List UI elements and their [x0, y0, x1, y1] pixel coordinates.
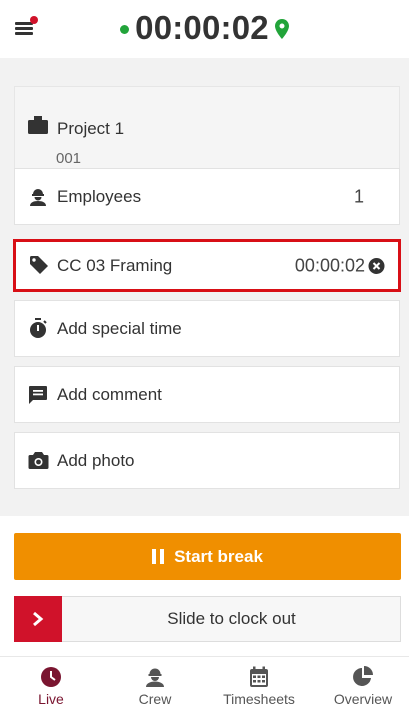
tab-live[interactable]: Live — [0, 657, 102, 713]
tab-overview[interactable]: Overview — [312, 657, 409, 713]
tab-timesheets[interactable]: Timesheets — [208, 657, 310, 713]
employees-row[interactable]: Employees 1 — [14, 168, 400, 225]
tag-icon — [28, 255, 50, 277]
employees-count: 1 — [353, 186, 364, 206]
project-name: Project 1 — [57, 119, 125, 138]
tab-crew-label: Crew — [138, 691, 172, 707]
pie-chart-icon — [353, 666, 373, 686]
main-content: Project 1 001 Employees 1 CC 03 Framing … — [0, 58, 409, 516]
tab-live-label: Live — [38, 691, 64, 707]
bottom-tab-bar: Live Crew Timesheets Overview — [0, 656, 409, 712]
stopwatch-icon — [27, 318, 49, 340]
cost-code-row[interactable]: CC 03 Framing 00:00:02 — [13, 239, 401, 292]
camera-icon — [27, 450, 49, 472]
slider-handle[interactable] — [14, 596, 62, 642]
cost-code-time: 00:00:02 — [294, 255, 365, 275]
clock-icon — [41, 667, 61, 687]
project-code: 001 — [56, 150, 82, 167]
pause-icon — [152, 549, 165, 564]
briefcase-icon — [27, 114, 49, 136]
start-break-label: Start break — [174, 546, 263, 566]
top-bar: 00:00:02 — [0, 0, 409, 58]
tab-timesheets-label: Timesheets — [223, 691, 295, 707]
clock-out-label: Slide to clock out — [167, 609, 296, 628]
worker-icon — [146, 668, 164, 687]
tab-overview-label: Overview — [333, 691, 393, 707]
comment-row[interactable]: Add comment — [14, 366, 400, 423]
chevron-right-icon — [33, 611, 44, 627]
cost-code-label: CC 03 Framing — [57, 255, 173, 275]
calendar-icon — [250, 666, 268, 687]
special-time-label: Add special time — [57, 318, 182, 338]
special-time-row[interactable]: Add special time — [14, 300, 400, 357]
employees-label: Employees — [57, 186, 142, 206]
clear-icon[interactable] — [368, 257, 385, 274]
timer-value: 00:00:02 — [135, 9, 269, 46]
worker-icon — [27, 186, 49, 208]
live-timer: 00:00:02 — [0, 8, 409, 48]
tab-crew[interactable]: Crew — [104, 657, 206, 713]
comment-label: Add comment — [57, 384, 162, 404]
photo-label: Add photo — [57, 450, 135, 470]
clock-out-slider[interactable]: Slide to clock out — [14, 596, 401, 642]
photo-row[interactable]: Add photo — [14, 432, 400, 489]
location-pin-icon — [274, 19, 289, 39]
status-dot-icon — [120, 24, 130, 34]
start-break-button[interactable]: Start break — [14, 533, 401, 580]
comment-icon — [27, 384, 49, 406]
